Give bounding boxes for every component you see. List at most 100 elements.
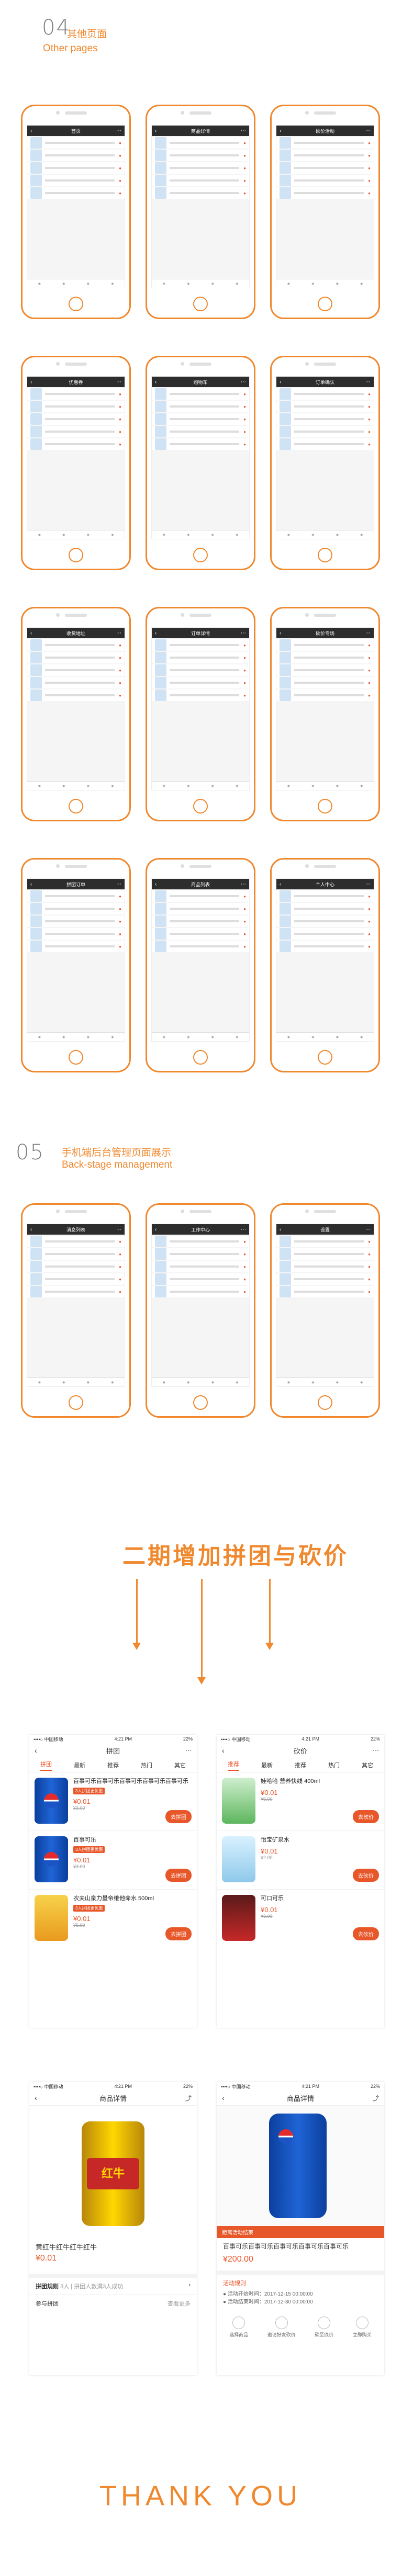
home-button[interactable] [193,548,208,562]
list-item[interactable]: ● [27,1236,125,1247]
tab-icon[interactable]: ◉ [87,784,90,788]
list-item[interactable]: ● [152,677,249,688]
list-item[interactable]: ● [27,941,125,952]
list-item[interactable]: ● [276,187,374,199]
back-icon[interactable]: ‹ [30,630,32,636]
tab-icon[interactable]: ◉ [163,1035,165,1039]
tab-icon[interactable]: ◉ [38,282,41,286]
list-item[interactable]: 怡宝矿泉水 ¥0.01 ¥2.00 去砍价 [217,1831,384,1890]
more-icon[interactable]: ⋯ [241,882,246,887]
tab-icon[interactable]: ◉ [38,533,41,537]
tab-icon[interactable]: ◉ [187,1381,189,1384]
tab-icon[interactable]: ◉ [163,533,165,537]
tab-0[interactable]: 拼团 [40,1760,52,1771]
back-icon[interactable]: ‹ [280,128,281,134]
tab-icon[interactable]: ◉ [87,282,90,286]
action-button[interactable]: 去砍价 [353,1927,379,1940]
back-icon[interactable]: ‹ [155,379,157,385]
tab-icon[interactable]: ◉ [336,784,339,788]
list-item[interactable]: ● [27,413,125,425]
list-item[interactable]: ● [276,1286,374,1297]
list-item[interactable]: ● [152,162,249,174]
more-icon[interactable]: ⋯ [373,1747,379,1754]
tab-icon[interactable]: ◉ [287,533,290,537]
tab-icon[interactable]: ◉ [236,1381,238,1384]
tab-icon[interactable]: ◉ [236,533,238,537]
more-icon[interactable]: ⋯ [116,379,121,385]
more-icon[interactable]: ⋯ [116,630,121,636]
back-icon[interactable]: ‹ [30,1227,32,1233]
more-icon[interactable]: ⋯ [241,128,246,134]
tab-icon[interactable]: ◉ [236,282,238,286]
home-button[interactable] [318,548,332,562]
list-item[interactable]: ● [27,426,125,437]
list-item[interactable]: 娃哈哈 营养快线 400ml ¥0.01 ¥5.00 去砍价 [217,1772,384,1831]
tab-icon[interactable]: ◉ [163,1381,165,1384]
list-item[interactable]: ● [152,690,249,701]
list-item[interactable]: ● [27,903,125,914]
home-button[interactable] [69,1050,83,1065]
list-item[interactable]: ● [276,150,374,161]
list-item[interactable]: ● [276,677,374,688]
list-item[interactable]: ● [276,388,374,400]
list-item[interactable]: ● [152,175,249,186]
list-item[interactable]: ● [152,150,249,161]
tab-icon[interactable]: ◉ [211,1035,214,1039]
tab-icon[interactable]: ◉ [311,1035,314,1039]
tab-icon[interactable]: ◉ [336,282,339,286]
tab-icon[interactable]: ◉ [62,1381,65,1384]
tab-icon[interactable]: ◉ [111,784,114,788]
tab-icon[interactable]: ◉ [287,282,290,286]
tab-icon[interactable]: ◉ [360,1381,363,1384]
list-item[interactable]: ● [276,903,374,914]
home-button[interactable] [69,1395,83,1410]
home-button[interactable] [69,799,83,814]
more-icon[interactable]: ⋯ [241,630,246,636]
home-button[interactable] [193,799,208,814]
tab-3[interactable]: 热门 [141,1761,152,1769]
action-button[interactable]: 去拼团 [165,1869,192,1882]
action-button[interactable]: 去砍价 [353,1810,379,1823]
list-item[interactable]: ● [27,664,125,676]
tab-icon[interactable]: ◉ [311,282,314,286]
back-icon[interactable]: ‹ [155,882,157,887]
list-item[interactable]: ● [152,664,249,676]
back-icon[interactable]: ‹ [35,2094,37,2102]
list-item[interactable]: ● [276,413,374,425]
home-button[interactable] [69,548,83,562]
list-item[interactable]: ● [27,1286,125,1297]
list-item[interactable]: ● [152,652,249,663]
more-icon[interactable]: ⋯ [365,1227,371,1233]
tab-3[interactable]: 热门 [328,1761,340,1769]
list-item[interactable]: ● [276,1248,374,1260]
tab-icon[interactable]: ◉ [360,533,363,537]
list-item[interactable]: ● [152,388,249,400]
list-item[interactable]: 百事可乐 3人拼团更优惠 ¥0.01 ¥3.00 去拼团 [29,1831,197,1890]
list-item[interactable]: ● [152,413,249,425]
back-icon[interactable]: ‹ [280,1227,281,1233]
list-item[interactable]: ● [27,150,125,161]
list-item[interactable]: ● [27,137,125,149]
more-icon[interactable]: ⋯ [241,379,246,385]
list-item[interactable]: ● [27,639,125,651]
back-icon[interactable]: ‹ [280,882,281,887]
more-icon[interactable]: ⋯ [365,630,371,636]
action-button[interactable]: 去拼团 [165,1810,192,1823]
back-icon[interactable]: ‹ [222,1746,225,1755]
tab-icon[interactable]: ◉ [211,784,214,788]
tab-icon[interactable]: ◉ [336,1381,339,1384]
list-item[interactable]: ● [276,941,374,952]
tab-icon[interactable]: ◉ [336,1035,339,1039]
list-item[interactable]: ● [27,928,125,940]
list-item[interactable]: ● [152,401,249,412]
list-item[interactable]: ● [152,137,249,149]
tab-icon[interactable]: ◉ [62,282,65,286]
list-item[interactable]: ● [152,426,249,437]
list-item[interactable]: ● [276,690,374,701]
home-button[interactable] [318,799,332,814]
home-button[interactable] [193,297,208,311]
list-item[interactable]: ● [152,1273,249,1285]
tab-icon[interactable]: ◉ [287,1035,290,1039]
home-button[interactable] [69,297,83,311]
join-group-row[interactable]: 参与拼团 查看更多 [29,2295,197,2312]
